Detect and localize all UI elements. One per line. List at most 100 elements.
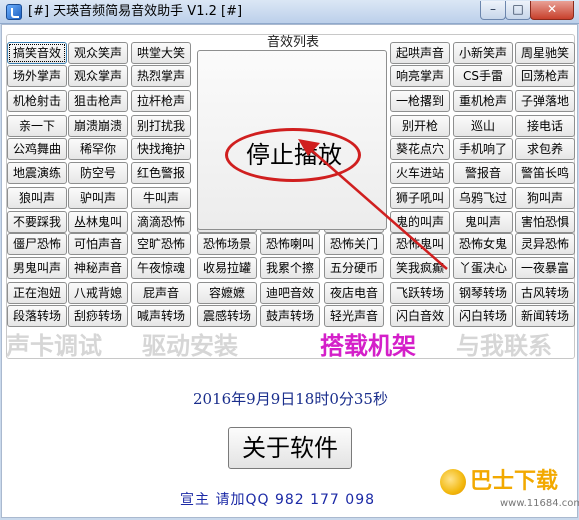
sound-button-yiqiang[interactable]: 一枪撂到 xyxy=(390,90,450,112)
sound-button-kongbu-changjing[interactable]: 恐怖场景 xyxy=(197,233,257,255)
sound-button-feiyue[interactable]: 飞跃转场 xyxy=(390,282,450,304)
sound-button-qihong[interactable]: 起哄声音 xyxy=(390,42,450,64)
sound-button-guijiao[interactable]: 鬼叫声 xyxy=(453,211,513,233)
sound-button-pi[interactable]: 屁声音 xyxy=(131,282,191,304)
app-icon xyxy=(6,4,22,20)
sound-button-gangqin[interactable]: 钢琴转场 xyxy=(453,282,513,304)
sound-button-kongbu-nvgui[interactable]: 恐怖女鬼 xyxy=(453,233,513,255)
sound-button-hongse[interactable]: 红色警报 xyxy=(131,162,191,184)
driver-install-link[interactable]: 驱动安装 xyxy=(142,329,238,363)
sound-button-buyaocai[interactable]: 不要踩我 xyxy=(7,211,67,233)
sound-button-shenmi[interactable]: 神秘声音 xyxy=(68,257,128,279)
contact-link[interactable]: 与我联系 xyxy=(456,329,552,363)
sound-button-shouyilaguan[interactable]: 收易拉罐 xyxy=(197,257,257,279)
sound-button-nangui[interactable]: 男鬼叫声 xyxy=(7,257,67,279)
sound-button-fangkong[interactable]: 防空号 xyxy=(68,162,128,184)
sound-button-haipa[interactable]: 害怕恐惧 xyxy=(515,211,575,233)
maximize-button[interactable]: □ xyxy=(505,1,531,20)
sound-button-lingyi[interactable]: 灵异恐怖 xyxy=(515,233,575,255)
sound-button-yiyebaofu[interactable]: 一夜暴富 xyxy=(515,257,575,279)
sound-button-xihanni[interactable]: 稀罕你 xyxy=(68,138,128,160)
sound-button-xiaoxin[interactable]: 小新笑声 xyxy=(453,42,513,64)
sound-button-kongbu-guanmen[interactable]: 恐怖关门 xyxy=(324,233,384,255)
sound-button-shizi[interactable]: 狮子吼叫 xyxy=(390,187,450,209)
sound-button-niu[interactable]: 牛叫声 xyxy=(131,187,191,209)
sound-button-xiaowo[interactable]: 笑我疯癫 xyxy=(390,257,450,279)
sound-button-wuya[interactable]: 乌鸦飞过 xyxy=(453,187,513,209)
sound-button-diba[interactable]: 迪吧音效 xyxy=(260,282,320,304)
sound-button-qinyixia[interactable]: 亲一下 xyxy=(7,115,67,137)
sound-button-kuaizhao[interactable]: 快找掩护 xyxy=(131,138,191,160)
sound-button-shanbai-yinxiao[interactable]: 闪白音效 xyxy=(390,305,450,327)
watermark-title: 巴士下载 xyxy=(470,469,559,494)
sound-button-huidang[interactable]: 回荡枪声 xyxy=(515,65,575,87)
sound-button-biedarao[interactable]: 别打扰我 xyxy=(131,115,191,137)
rack-link[interactable]: 搭载机架 xyxy=(320,329,416,363)
sound-button-jingbao[interactable]: 警报音 xyxy=(453,162,513,184)
sound-button-qingguang[interactable]: 轻光声音 xyxy=(324,305,384,327)
sound-button-gongji[interactable]: 公鸡舞曲 xyxy=(7,138,67,160)
sound-button-kongbu-la[interactable]: 恐怖喇叫 xyxy=(260,233,320,255)
sound-button-shanbai-zhuanchang[interactable]: 闪白转场 xyxy=(453,305,513,327)
sound-button-gou[interactable]: 狗叫声 xyxy=(515,187,575,209)
sound-button-duanluo[interactable]: 段落转场 xyxy=(7,305,67,327)
sound-button-biekaiqiang[interactable]: 别开枪 xyxy=(390,115,450,137)
sound-button-kongbu-guijiao[interactable]: 恐怖鬼叫 xyxy=(390,233,450,255)
sound-button-guide[interactable]: 鬼的叫声 xyxy=(390,211,450,233)
sound-button-gufeng[interactable]: 古风转场 xyxy=(515,282,575,304)
sound-button-zidan[interactable]: 子弹落地 xyxy=(515,90,575,112)
sound-button-cs-shoulei[interactable]: CS手雷 xyxy=(453,65,513,87)
minimize-button[interactable]: – xyxy=(480,1,506,20)
stop-play-label: 停止播放 xyxy=(246,141,342,169)
sound-button-guanzhong-xiao[interactable]: 观众笑声 xyxy=(68,42,128,64)
sound-button-lang[interactable]: 狼叫声 xyxy=(7,187,67,209)
sound-button-zhongjiqiang[interactable]: 重机枪声 xyxy=(453,90,513,112)
title-bar[interactable]: [#] 天瑛音频简易音效助手 V1.2 [#] – □ ✕ xyxy=(0,0,579,24)
current-time: 2016年9月9日18时0分35秒 xyxy=(193,390,388,408)
sound-button-xinwen[interactable]: 新闻转场 xyxy=(515,305,575,327)
sound-button-lv[interactable]: 驴叫声 xyxy=(68,187,128,209)
sound-button-yedian[interactable]: 夜店电音 xyxy=(324,282,384,304)
sound-button-xiangliang[interactable]: 响亮掌声 xyxy=(390,65,450,87)
sound-button-wuye[interactable]: 午夜惊魂 xyxy=(131,257,191,279)
sound-button-zhouxingchi[interactable]: 周星驰笑 xyxy=(515,42,575,64)
sound-button-jiangshi[interactable]: 僵尸恐怖 xyxy=(7,233,67,255)
sound-card-debug-link[interactable]: 声卡调试 xyxy=(6,329,102,363)
sound-button-hansheng[interactable]: 喊声转场 xyxy=(131,305,191,327)
sound-button-guanzhong-zhang[interactable]: 观众掌声 xyxy=(68,65,128,87)
sound-button-kuihua[interactable]: 葵花点穴 xyxy=(390,138,450,160)
sound-button-hongtang[interactable]: 哄堂大笑 xyxy=(131,42,191,64)
sound-button-bajie[interactable]: 八戒背媳 xyxy=(68,282,128,304)
sound-button-jiqiang[interactable]: 机枪射击 xyxy=(7,90,67,112)
about-software-button[interactable]: 关于软件 xyxy=(228,427,352,469)
client-area: 音效列表 搞笑音效 观众笑声 哄堂大笑 起哄声音 小新笑声 周星驰笑 场外掌声 观众掌声 热烈掌… xyxy=(1,24,579,518)
sound-button-zhengzai[interactable]: 正在泡妞 xyxy=(7,282,67,304)
sound-button-dizhen[interactable]: 地震演练 xyxy=(7,162,67,184)
sound-button-shouji[interactable]: 手机响了 xyxy=(453,138,513,160)
sound-button-jingdi[interactable]: 警笛长鸣 xyxy=(515,162,575,184)
site-watermark: 巴士下载 www.11684.com xyxy=(438,465,579,515)
sound-button-huoche[interactable]: 火车进站 xyxy=(390,162,450,184)
sound-button-zhengan[interactable]: 震感转场 xyxy=(197,305,257,327)
sound-button-guasha[interactable]: 刮痧转场 xyxy=(68,305,128,327)
sound-button-jiedianhua[interactable]: 接电话 xyxy=(515,115,575,137)
sound-button-kongkuang[interactable]: 空旷恐怖 xyxy=(131,233,191,255)
sound-button-relie[interactable]: 热烈掌声 xyxy=(131,65,191,87)
sound-button-qiubaoyang[interactable]: 求包养 xyxy=(515,138,575,160)
sound-button-bengkui[interactable]: 崩溃崩溃 xyxy=(68,115,128,137)
sound-button-lagan[interactable]: 拉杆枪声 xyxy=(131,90,191,112)
sound-button-wufen[interactable]: 五分硬币 xyxy=(324,257,384,279)
sound-button-juji[interactable]: 狙击枪声 xyxy=(68,90,128,112)
sound-button-didi[interactable]: 滴滴恐怖 xyxy=(131,211,191,233)
sound-button-changwai[interactable]: 场外掌声 xyxy=(7,65,67,87)
close-button[interactable]: ✕ xyxy=(530,1,574,20)
sound-button-woleigeca[interactable]: 我累个擦 xyxy=(260,257,320,279)
sound-button-kepa[interactable]: 可怕声音 xyxy=(68,233,128,255)
sound-button-conglin[interactable]: 丛林鬼叫 xyxy=(68,211,128,233)
sound-button-gaoxiao[interactable]: 搞笑音效 xyxy=(7,42,67,64)
sound-button-yadan[interactable]: 丫蛋决心 xyxy=(453,257,513,279)
sound-button-xunshan[interactable]: 巡山 xyxy=(453,115,513,137)
sound-button-gusheng[interactable]: 鼓声转场 xyxy=(260,305,320,327)
stop-play-button[interactable]: 停止播放 xyxy=(197,50,387,230)
sound-button-rongmomo[interactable]: 容嬷嬷 xyxy=(197,282,257,304)
